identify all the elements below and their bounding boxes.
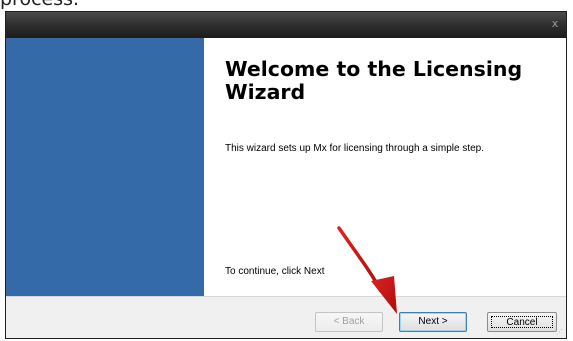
wizard-content: Welcome to the Licensing Wizard This wiz…	[204, 38, 566, 296]
close-icon[interactable]: x	[548, 17, 562, 31]
licensing-wizard-window: x Welcome to the Licensing Wizard This w…	[5, 11, 567, 339]
cancel-button[interactable]: Cancel	[487, 312, 557, 332]
cancel-button-label: Cancel	[491, 316, 553, 328]
wizard-title: Welcome to the Licensing Wizard	[225, 57, 523, 104]
resize-grip-icon[interactable]: ⋰	[556, 328, 564, 336]
page-caption: process.	[0, 0, 79, 11]
wizard-side-panel	[6, 38, 204, 296]
continue-hint: To continue, click Next	[225, 266, 325, 277]
button-bar: < Back Next > Cancel ⋰	[6, 296, 566, 338]
title-bar: x	[6, 12, 566, 38]
back-button[interactable]: < Back	[315, 312, 383, 332]
wizard-description: This wizard sets up Mx for licensing thr…	[225, 143, 484, 154]
next-button[interactable]: Next >	[399, 312, 467, 332]
